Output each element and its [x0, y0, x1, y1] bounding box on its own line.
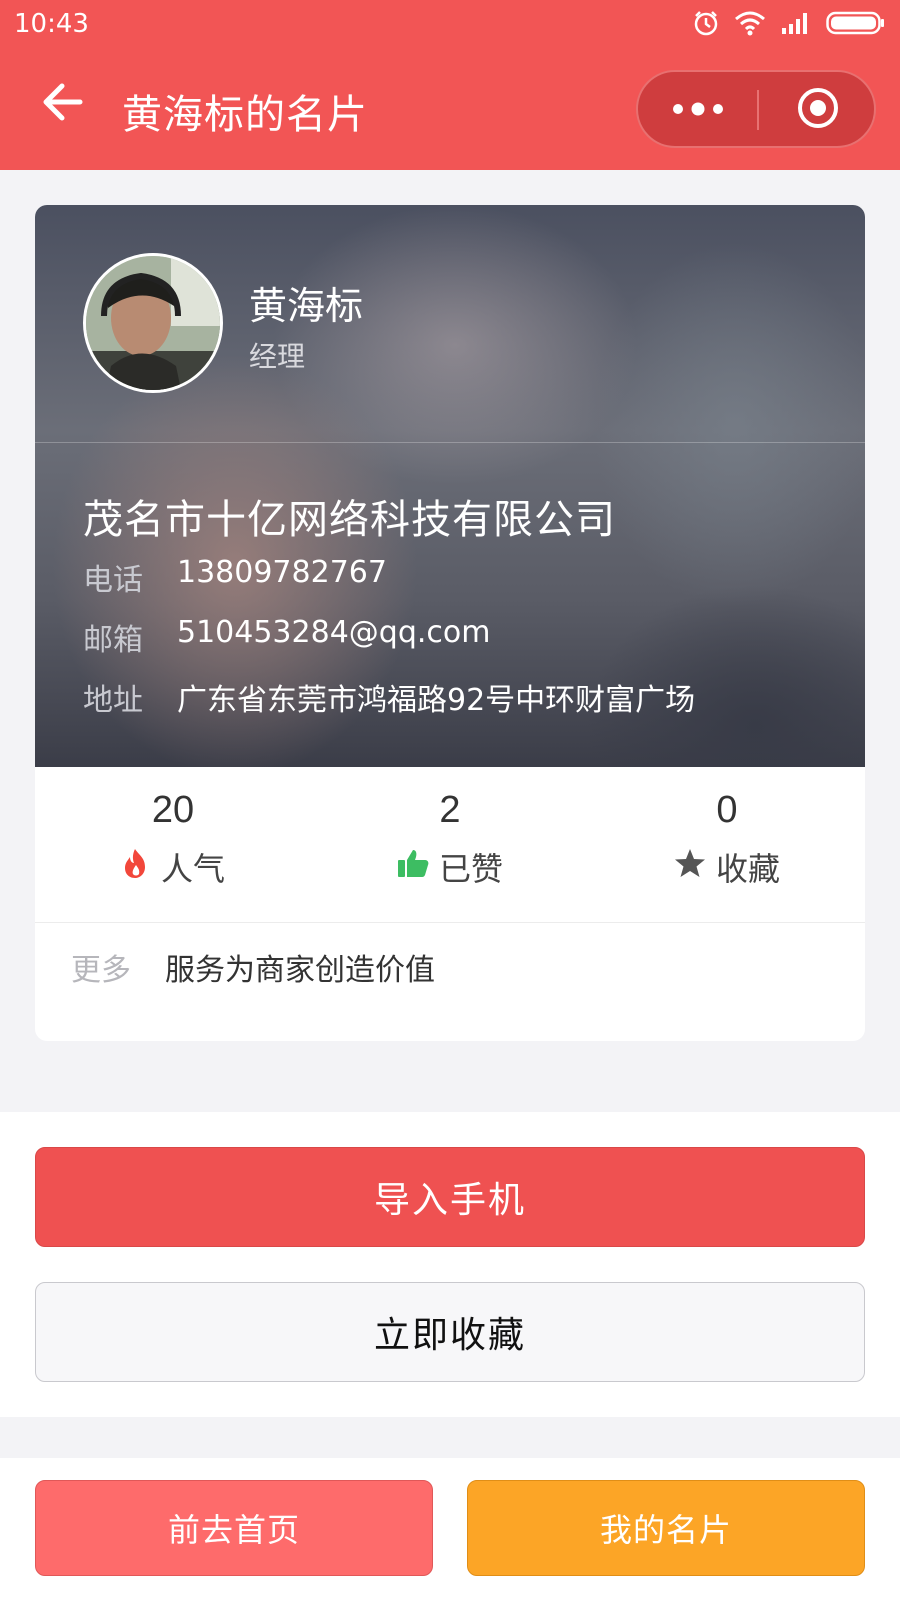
stat-label-favorites: 收藏 [715, 850, 780, 888]
close-button[interactable] [759, 72, 876, 148]
address-label: 地址 [83, 683, 143, 718]
card-divider [35, 442, 865, 443]
status-bar: 10:43 [0, 0, 900, 50]
thumbs-up-icon [397, 848, 429, 886]
status-icons [692, 10, 886, 40]
bottom-bar: 前去首页 我的名片 [0, 1458, 900, 1600]
status-time: 10:43 [14, 9, 89, 39]
more-row: 更多 服务为商家创造价值 [71, 945, 435, 989]
stat-value: 2 [439, 789, 461, 831]
alarm-icon [692, 9, 720, 41]
contact-role: 经理 [249, 340, 306, 373]
address-row[interactable]: 地址 广东省东莞市鸿福路92号中环财富广场 [83, 675, 695, 719]
wifi-icon [734, 10, 766, 40]
stat-likes[interactable]: 2 已赞 [312, 789, 588, 890]
avatar[interactable] [83, 253, 223, 393]
go-home-button[interactable]: 前去首页 [35, 1480, 433, 1576]
phone-label: 电话 [83, 563, 143, 598]
stat-label-popularity: 人气 [160, 850, 225, 888]
company-name: 茂名市十亿网络科技有限公司 [83, 497, 616, 543]
stat-value: 0 [716, 789, 738, 831]
stat-label-likes: 已赞 [438, 850, 503, 888]
collect-now-button[interactable]: 立即收藏 [35, 1282, 865, 1382]
email-label: 邮箱 [83, 623, 143, 658]
signal-icon [780, 11, 812, 39]
phone-value[interactable]: 13809782767 [177, 555, 387, 599]
battery-icon [826, 10, 886, 40]
target-circle-icon [796, 86, 840, 134]
import-to-phone-button[interactable]: 导入手机 [35, 1147, 865, 1247]
address-value[interactable]: 广东省东莞市鸿福路92号中环财富广场 [177, 675, 695, 719]
more-label: 更多 [71, 953, 131, 988]
more-button[interactable] [638, 72, 757, 148]
fire-icon [121, 847, 151, 887]
page-title: 黄海标的名片 [122, 92, 368, 138]
email-value[interactable]: 510453284@qq.com [177, 615, 490, 659]
stats-divider [35, 922, 865, 923]
stat-favorites[interactable]: 0 收藏 [589, 789, 865, 890]
email-row[interactable]: 邮箱 510453284@qq.com [83, 615, 490, 659]
stats-row: 20 人气 2 已赞 0 收藏 [35, 767, 865, 917]
phone-row[interactable]: 电话 13809782767 [83, 555, 387, 599]
stat-popularity: 20 人气 [35, 789, 311, 890]
stat-value: 20 [151, 789, 195, 831]
contact-name: 黄海标 [249, 284, 364, 328]
my-card-button[interactable]: 我的名片 [467, 1480, 865, 1576]
nav-bar: 黄海标的名片 [0, 50, 900, 170]
business-card: 黄海标 经理 茂名市十亿网络科技有限公司 电话 13809782767 邮箱 5… [35, 205, 865, 1041]
star-icon [674, 848, 706, 886]
card-header-background: 黄海标 经理 茂名市十亿网络科技有限公司 电话 13809782767 邮箱 5… [35, 205, 865, 767]
mini-program-capsule [636, 70, 876, 148]
back-button[interactable] [36, 78, 88, 130]
more-dots-icon [671, 101, 725, 120]
more-text: 服务为商家创造价值 [165, 953, 435, 988]
arrow-left-icon [40, 82, 84, 126]
action-area: 导入手机 立即收藏 [0, 1112, 900, 1417]
